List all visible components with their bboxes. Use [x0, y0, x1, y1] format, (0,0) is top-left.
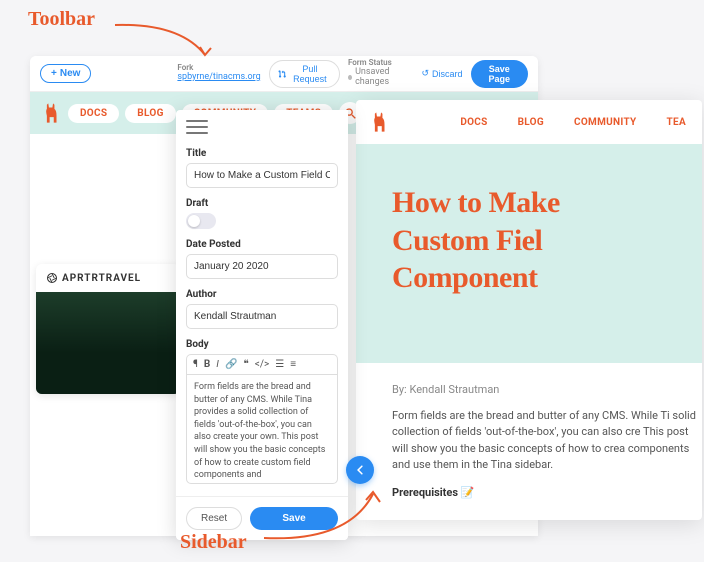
article-card: APRTRTRAVEL	[36, 264, 180, 394]
pv-nav-docs[interactable]: DOCS	[448, 113, 499, 132]
author-label: Author	[186, 289, 338, 300]
italic-icon[interactable]: I	[216, 359, 219, 370]
annotation-sidebar: Sidebar	[180, 531, 247, 554]
arrow-to-toolbar	[110, 15, 230, 63]
preview-window: DOCS BLOG COMMUNITY TEA How to Make Cust…	[356, 100, 702, 520]
ol-icon[interactable]: ≡	[290, 359, 296, 370]
save-page-button[interactable]: Save Page	[471, 60, 528, 88]
status-value: Unsaved changes	[355, 68, 413, 88]
date-input[interactable]	[186, 254, 338, 279]
body-label: Body	[186, 339, 338, 350]
sidebar-header	[176, 110, 348, 138]
plus-icon: +	[51, 68, 57, 79]
preview-nav: DOCS BLOG COMMUNITY TEA	[356, 100, 702, 144]
title-input[interactable]	[186, 163, 338, 188]
preview-logo-icon	[368, 111, 390, 133]
quote-icon[interactable]: ❝	[243, 359, 248, 370]
bold-icon[interactable]: B	[204, 359, 210, 370]
discard-button[interactable]: ↺ Discard	[421, 68, 462, 79]
card-image	[36, 292, 180, 394]
draft-toggle[interactable]	[186, 213, 216, 229]
title-label: Title	[186, 148, 338, 159]
preview-title: How to Make Custom Fiel Component	[392, 184, 702, 297]
status-dot-icon	[348, 75, 352, 80]
preview-hero: How to Make Custom Fiel Component	[356, 144, 702, 363]
body-textarea[interactable]: Form fields are the bread and butter of …	[186, 374, 338, 484]
paragraph-icon[interactable]: ¶	[193, 359, 198, 370]
new-button[interactable]: + New	[40, 64, 91, 83]
ul-icon[interactable]: ☰	[275, 359, 284, 370]
hamburger-icon[interactable]	[186, 120, 208, 134]
pv-nav-teams[interactable]: TEA	[655, 113, 690, 132]
pv-nav-blog[interactable]: BLOG	[506, 113, 556, 132]
nav-blog[interactable]: BLOG	[125, 104, 175, 123]
preview-text: Form fields are the bread and butter of …	[392, 408, 702, 474]
logo-icon	[40, 102, 62, 124]
rte-toolbar: ¶ B I 🔗 ❝ </> ☰ ≡	[186, 354, 338, 374]
form-status: Form Status Unsaved changes	[348, 59, 413, 88]
author-input[interactable]	[186, 304, 338, 329]
toolbar: + New Fork spbyrne/tinacms.org Pull Requ…	[30, 56, 538, 92]
reset-button[interactable]: Reset	[186, 507, 242, 530]
arrow-to-sidebar	[258, 480, 398, 550]
date-label: Date Posted	[186, 239, 338, 250]
code-icon[interactable]: </>	[255, 359, 269, 370]
preview-body: By: Kendall Strautman Form fields are th…	[356, 363, 702, 515]
pull-request-button[interactable]: Pull Request	[269, 60, 340, 88]
undo-icon: ↺	[421, 68, 429, 79]
nav-docs[interactable]: DOCS	[68, 104, 119, 123]
discard-label: Discard	[432, 69, 463, 79]
draft-label: Draft	[186, 198, 338, 209]
sidebar-form: Title Draft Date Posted Author Body ¶ B …	[176, 138, 348, 496]
link-icon[interactable]: 🔗	[225, 359, 237, 370]
chevron-left-icon	[355, 465, 365, 475]
pr-button-label: Pull Request	[289, 64, 331, 84]
fork-info: Fork spbyrne/tinacms.org	[177, 64, 260, 83]
preview-author: By: Kendall Strautman	[392, 383, 702, 396]
pull-request-icon	[278, 69, 286, 79]
preview-heading3: Prerequisites 📝	[392, 486, 702, 499]
fork-link[interactable]: spbyrne/tinacms.org	[177, 73, 260, 83]
annotation-toolbar: Toolbar	[28, 8, 95, 31]
pv-nav-community[interactable]: COMMUNITY	[562, 113, 649, 132]
new-button-label: New	[60, 68, 81, 79]
sidebar-panel: Title Draft Date Posted Author Body ¶ B …	[176, 110, 348, 540]
card-brand: APRTRTRAVEL	[36, 264, 180, 292]
aperture-icon	[46, 272, 58, 284]
